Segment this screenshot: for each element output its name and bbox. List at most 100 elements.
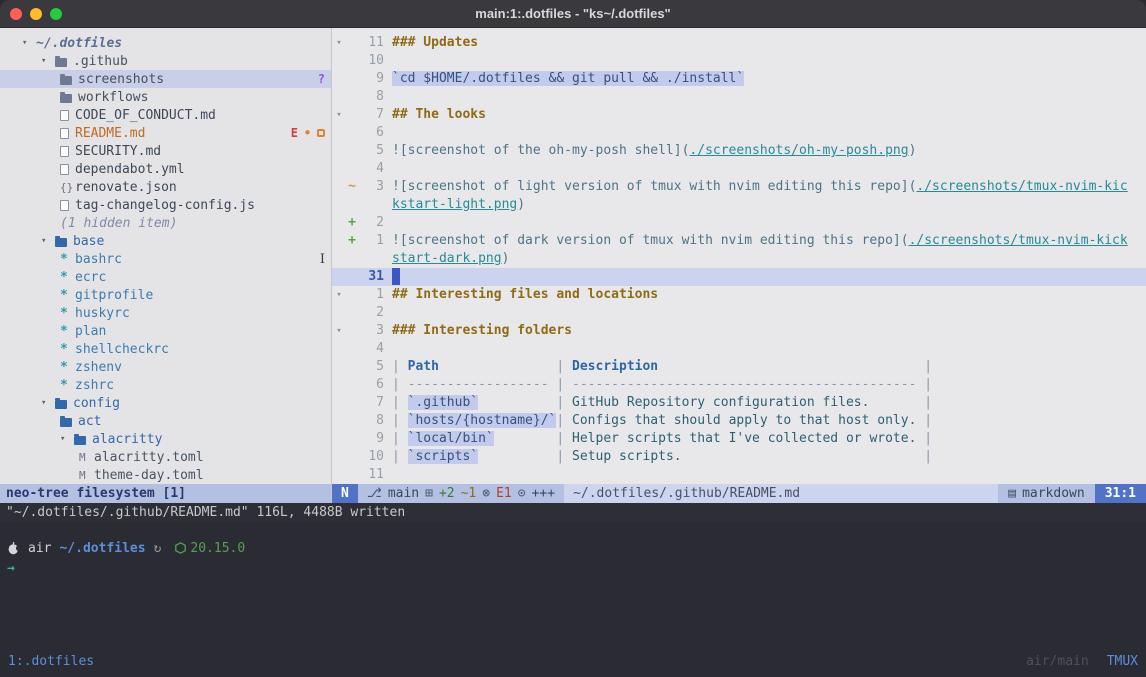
tree-item-label: config	[73, 396, 120, 411]
editor-line-7[interactable]: 7| `.github` | GitHub Repository configu…	[332, 394, 1146, 412]
modified-square-icon	[317, 129, 325, 137]
tmux-window-name[interactable]: 1:.dotfiles	[8, 654, 94, 669]
folder-icon	[60, 76, 72, 85]
tree-item-plan[interactable]: *plan	[0, 322, 331, 340]
tree-item-security-md[interactable]: SECURITY.md	[0, 142, 331, 160]
line-number: 2	[358, 214, 384, 232]
editor-line-10[interactable]: 10	[332, 52, 1146, 70]
tree-item-huskyrc[interactable]: *huskyrc	[0, 304, 331, 322]
close-button[interactable]	[10, 8, 22, 20]
minimize-button[interactable]	[30, 8, 42, 20]
editor-line-9[interactable]: 9| `local/bin` | Helper scripts that I'v…	[332, 430, 1146, 448]
tree-item-alacritty[interactable]: ▾alacritty	[0, 430, 331, 448]
editor-line-11[interactable]: 11	[332, 466, 1146, 484]
tree-item-label: shellcheckrc	[75, 342, 169, 357]
tree-item-config[interactable]: ▾config	[0, 394, 331, 412]
tree-item-label: theme-day.toml	[94, 468, 204, 483]
tree-item-1-hidden-item[interactable]: (1 hidden item)	[0, 214, 331, 232]
editor-line-8[interactable]: 8	[332, 88, 1146, 106]
editor-line-1[interactable]: +1![screenshot of dark version of tmux w…	[332, 232, 1146, 250]
editor-line-8[interactable]: 8| `hosts/{hostname}/`| Configs that sho…	[332, 412, 1146, 430]
diagnostics-icon: ⊗	[482, 484, 490, 503]
editor-line-4[interactable]: 4	[332, 160, 1146, 178]
tree-item-label: bashrc	[75, 252, 122, 267]
tree-item-act[interactable]: act	[0, 412, 331, 430]
editor-line-1[interactable]: ▾1## Interesting files and locations	[332, 286, 1146, 304]
gutter: 8	[332, 412, 384, 430]
tree-item-readme-md[interactable]: README.mdE•	[0, 124, 331, 142]
git-segment: ⎇main⊞+2~1⊗E1⊙+++	[358, 484, 564, 503]
tree-item-workflows[interactable]: workflows	[0, 88, 331, 106]
tree-item-tag-changelog-config-js[interactable]: tag-changelog-config.js	[0, 196, 331, 214]
editor-line-3[interactable]: ~3![screenshot of light version of tmux …	[332, 178, 1146, 196]
zoom-button[interactable]	[50, 8, 62, 20]
text-segment: |	[556, 359, 572, 374]
editor-line-6[interactable]: 6	[332, 124, 1146, 142]
editor-line-5[interactable]: 5| Path | Description |	[332, 358, 1146, 376]
fold-column	[332, 268, 346, 286]
text-segment: ./screenshots/tmux-nvim-kic	[916, 179, 1127, 194]
editor-line-5[interactable]: 5![screenshot of the oh-my-posh shell](.…	[332, 142, 1146, 160]
tmux-status-bar: 1:.dotfiles air/main TMUX	[0, 645, 1146, 677]
shell-file-icon: *	[60, 252, 75, 267]
gutter: ▾1	[332, 286, 384, 304]
editor-buffer[interactable]: ▾11### Updates109`cd $HOME/.dotfiles && …	[332, 28, 1146, 484]
prompt-arrow[interactable]: →	[7, 561, 15, 576]
fold-column	[332, 376, 346, 394]
gutter: 7	[332, 394, 384, 412]
editor-line-11[interactable]: ▾11### Updates	[332, 34, 1146, 52]
tree-item-ecrc[interactable]: *ecrc	[0, 268, 331, 286]
editor-line-9[interactable]: 9`cd $HOME/.dotfiles && git pull && ./in…	[332, 70, 1146, 88]
filetype-segment: ▤markdown	[998, 484, 1094, 503]
neo-tree-statusline: neo-tree filesystem [1]	[0, 484, 331, 503]
titlebar: main:1:.dotfiles - "ks~/.dotfiles"	[0, 0, 1146, 28]
tree-item-zshrc[interactable]: *zshrc	[0, 376, 331, 394]
mode-indicator: N	[332, 484, 358, 503]
fold-column	[332, 124, 346, 142]
tree-item-dotfiles[interactable]: ▾~/.dotfiles	[0, 34, 331, 52]
text-segment: )	[502, 251, 510, 266]
git-sign: ~	[346, 178, 358, 196]
editor-line-3[interactable]: ▾3### Interesting folders	[332, 322, 1146, 340]
file-tree[interactable]: ▾~/.dotfiles▾.githubscreenshots?workflow…	[0, 28, 331, 484]
editor-line-2[interactable]: +2	[332, 214, 1146, 232]
text-segment: `scripts`	[408, 449, 478, 464]
text-segment: ### Interesting folders	[392, 323, 572, 338]
editor-line-7[interactable]: ▾7## The looks	[332, 106, 1146, 124]
tree-item-screenshots[interactable]: screenshots?	[0, 70, 331, 88]
tree-item-base[interactable]: ▾base	[0, 232, 331, 250]
editor-line-wrap[interactable]: kstart-light.png)	[332, 196, 1146, 214]
line-number: 7	[358, 394, 384, 412]
editor-line-31[interactable]: 31	[332, 268, 1146, 286]
tree-item-theme-day-toml[interactable]: Mtheme-day.toml	[0, 466, 331, 484]
line-text: | `local/bin` | Helper scripts that I've…	[384, 430, 932, 448]
editor-line-wrap[interactable]: start-dark.png)	[332, 250, 1146, 268]
editor-line-6[interactable]: 6| ------------------ | ----------------…	[332, 376, 1146, 394]
gutter: ▾11	[332, 34, 384, 52]
unknown-git-status-badge: ?	[318, 72, 325, 86]
editor-pane: ▾11### Updates109`cd $HOME/.dotfiles && …	[331, 28, 1146, 503]
tree-item-dependabot-yml[interactable]: dependabot.yml	[0, 160, 331, 178]
line-text	[384, 304, 392, 322]
tree-item-alacritty-toml[interactable]: Malacritty.toml	[0, 448, 331, 466]
text-segment: )	[517, 197, 525, 212]
line-number: 5	[358, 142, 384, 160]
line-number: 1	[358, 232, 384, 250]
text-segment: |	[392, 431, 408, 446]
fold-open-icon: ▾	[332, 34, 346, 52]
tree-item-github[interactable]: ▾.github	[0, 52, 331, 70]
editor-line-10[interactable]: 10| `scripts` | Setup scripts. |	[332, 448, 1146, 466]
editor-line-4[interactable]: 4	[332, 340, 1146, 358]
tree-item-zshenv[interactable]: *zshenv	[0, 358, 331, 376]
shell-file-icon: *	[60, 342, 75, 357]
tree-item-label: dependabot.yml	[75, 162, 185, 177]
tree-item-gitprofile[interactable]: *gitprofile	[0, 286, 331, 304]
tree-item-code-of-conduct-md[interactable]: CODE_OF_CONDUCT.md	[0, 106, 331, 124]
gutter: 5	[332, 358, 384, 376]
tree-item-shellcheckrc[interactable]: *shellcheckrc	[0, 340, 331, 358]
tree-item-bashrc[interactable]: *bashrcI	[0, 250, 331, 268]
refresh-icon: ↻	[154, 541, 162, 556]
editor-line-2[interactable]: 2	[332, 304, 1146, 322]
line-text: kstart-light.png)	[384, 196, 525, 214]
tree-item-renovate-json[interactable]: {}renovate.json	[0, 178, 331, 196]
